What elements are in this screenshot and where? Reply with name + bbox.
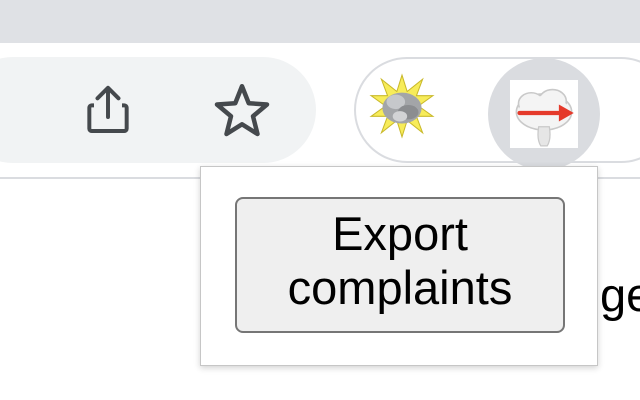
page-text-fragment: ge [600, 268, 640, 321]
extension-popup: Export complaints [200, 166, 598, 366]
export-complaints-button[interactable]: Export complaints [235, 197, 565, 333]
browser-window: ge Export complaints [0, 0, 640, 400]
star-icon [214, 84, 270, 137]
share-button[interactable] [76, 78, 140, 142]
tab-strip [0, 0, 640, 43]
extension-icon-frame [510, 80, 578, 148]
cloud-arrow-icon [515, 88, 574, 147]
explosion-icon [369, 73, 435, 139]
bookmark-button[interactable] [210, 78, 274, 142]
extension-button-explosion[interactable] [362, 66, 442, 146]
share-icon [87, 85, 129, 133]
extension-button-complaints[interactable] [488, 58, 600, 170]
